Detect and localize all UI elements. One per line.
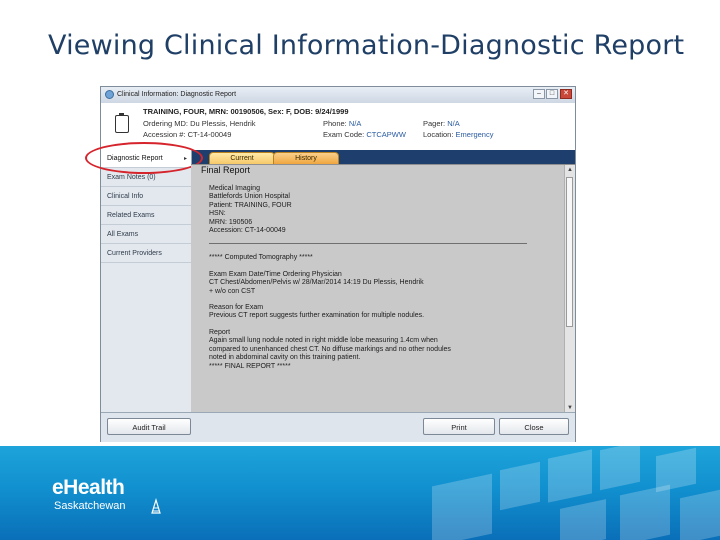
maximize-button[interactable]: □ — [546, 89, 558, 99]
footer-banner: eHealth Saskatchewan — [0, 446, 720, 540]
scroll-up-arrow-icon[interactable]: ▲ — [565, 165, 575, 175]
phone-value: N/A — [348, 119, 362, 128]
report-line: Patient: TRAINING, FOUR — [209, 201, 292, 209]
location-label: Location: — [423, 130, 454, 139]
close-button[interactable]: Close — [499, 418, 569, 435]
bottom-button-bar: Audit Trail Print Close — [101, 412, 575, 442]
report-line: MRN: 190506 — [209, 218, 253, 226]
pager: Pager: N/A — [423, 119, 460, 128]
report-pane: Final Report Medical Imaging Battlefords… — [191, 164, 575, 413]
print-button[interactable]: Print — [423, 418, 495, 435]
decor-square — [560, 499, 606, 540]
patient-header: TRAINING, FOUR, MRN: 00190506, Sex: F, D… — [143, 107, 349, 116]
sidebar: Diagnostic Report ▸ Exam Notes (0) Clini… — [85, 142, 203, 412]
report-heading: Final Report — [201, 165, 251, 175]
ordering-md-label: Ordering MD: — [143, 119, 189, 128]
report-scrollbar[interactable]: ▲ ▼ — [564, 165, 575, 413]
tab-history[interactable]: History — [273, 152, 339, 164]
saskatchewan-emblem-icon — [151, 498, 161, 514]
pager-label: Pager: — [423, 119, 446, 128]
report-line: + w/o con CST — [209, 287, 256, 295]
ehealth-logo: eHealth — [52, 476, 125, 499]
location: Location: Emergency — [423, 130, 493, 139]
clipboard-icon — [115, 113, 129, 133]
saskatchewan-logo-text: Saskatchewan — [54, 500, 126, 512]
audit-trail-button[interactable]: Audit Trail — [107, 418, 191, 435]
decor-square — [548, 449, 592, 503]
tab-current[interactable]: Current — [209, 152, 275, 164]
ordering-md-value: Du Plessis, Hendrik — [190, 119, 256, 128]
window-close-button[interactable]: ✕ — [560, 89, 572, 99]
modality-block: ***** Computed Tomography ***** — [209, 254, 559, 262]
report-line: Accession: CT-14-00049 — [209, 227, 286, 235]
minimize-button[interactable]: – — [533, 89, 545, 99]
accession: Accession #: CT-14-00049 — [143, 130, 231, 139]
window-title: Clinical Information: Diagnostic Report — [117, 91, 237, 98]
location-value: Emergency — [455, 130, 494, 139]
report-line: CT Chest/Abdomen/Pelvis w/ 28/Mar/2014 1… — [209, 279, 424, 287]
sidebar-item-exam-notes[interactable]: Exam Notes (0) — [101, 169, 191, 187]
decor-square — [432, 473, 492, 540]
decor-square — [500, 461, 540, 511]
exam-code-label: Exam Code: — [323, 130, 365, 139]
report-line: Exam Exam Date/Time Ordering Physician — [209, 270, 342, 278]
report-line: Medical Imaging — [209, 185, 260, 192]
sidebar-item-current-providers[interactable]: Current Providers — [101, 245, 191, 263]
app-icon — [105, 90, 114, 99]
accession-value: CT-14-00049 — [187, 130, 232, 139]
decor-square — [680, 489, 720, 540]
report-line: Report — [209, 328, 231, 336]
phone-label: Phone: — [323, 119, 347, 128]
pager-value: N/A — [447, 119, 460, 128]
window-titlebar[interactable]: Clinical Information: Diagnostic Report … — [101, 87, 575, 104]
facility-block: Medical Imaging Battlefords Union Hospit… — [209, 185, 559, 235]
exam-block: Exam Exam Date/Time Ordering Physician C… — [209, 271, 559, 296]
report-line: noted in abdominal cavity on this traini… — [209, 354, 361, 362]
sidebar-item-all-exams[interactable]: All Exams — [101, 226, 191, 244]
phone: Phone: N/A — [323, 119, 361, 128]
decor-square — [620, 484, 670, 540]
exam-code-value: CTCAPWW — [366, 130, 406, 139]
accession-label: Accession #: — [143, 130, 186, 139]
sidebar-item-related-exams[interactable]: Related Exams — [101, 207, 191, 225]
report-line: Again small lung nodule noted in right m… — [209, 337, 438, 345]
report-line: ***** Computed Tomography ***** — [209, 254, 313, 262]
exam-code: Exam Code: CTCAPWW — [323, 130, 406, 139]
report-line: Battlefords Union Hospital — [209, 193, 290, 201]
report-line: HSN: — [209, 210, 226, 218]
ordering-md: Ordering MD: Du Plessis, Hendrik — [143, 119, 256, 128]
sidebar-item-clinical-info[interactable]: Clinical Info — [101, 188, 191, 206]
decor-square — [656, 447, 696, 493]
report-line: Reason for Exam — [209, 304, 264, 312]
report-text[interactable]: Medical Imaging Battlefords Union Hospit… — [209, 185, 559, 379]
reason-block: Reason for Exam Previous CT report sugge… — [209, 304, 559, 321]
scrollbar-thumb[interactable] — [566, 177, 573, 327]
decor-square — [600, 446, 640, 491]
slide-title: Viewing Clinical Information-Diagnostic … — [48, 30, 685, 61]
diagnostic-report-window: Clinical Information: Diagnostic Report … — [85, 86, 576, 442]
findings-block: Report Again small lung nodule noted in … — [209, 329, 559, 371]
report-line: Previous CT report suggests further exam… — [209, 312, 425, 320]
report-line: compared to unenhanced chest CT. No diff… — [209, 345, 451, 353]
sidebar-item-diagnostic-report[interactable]: Diagnostic Report ▸ — [85, 142, 203, 174]
report-line: ***** FINAL REPORT ***** — [209, 362, 291, 370]
divider — [209, 243, 527, 245]
